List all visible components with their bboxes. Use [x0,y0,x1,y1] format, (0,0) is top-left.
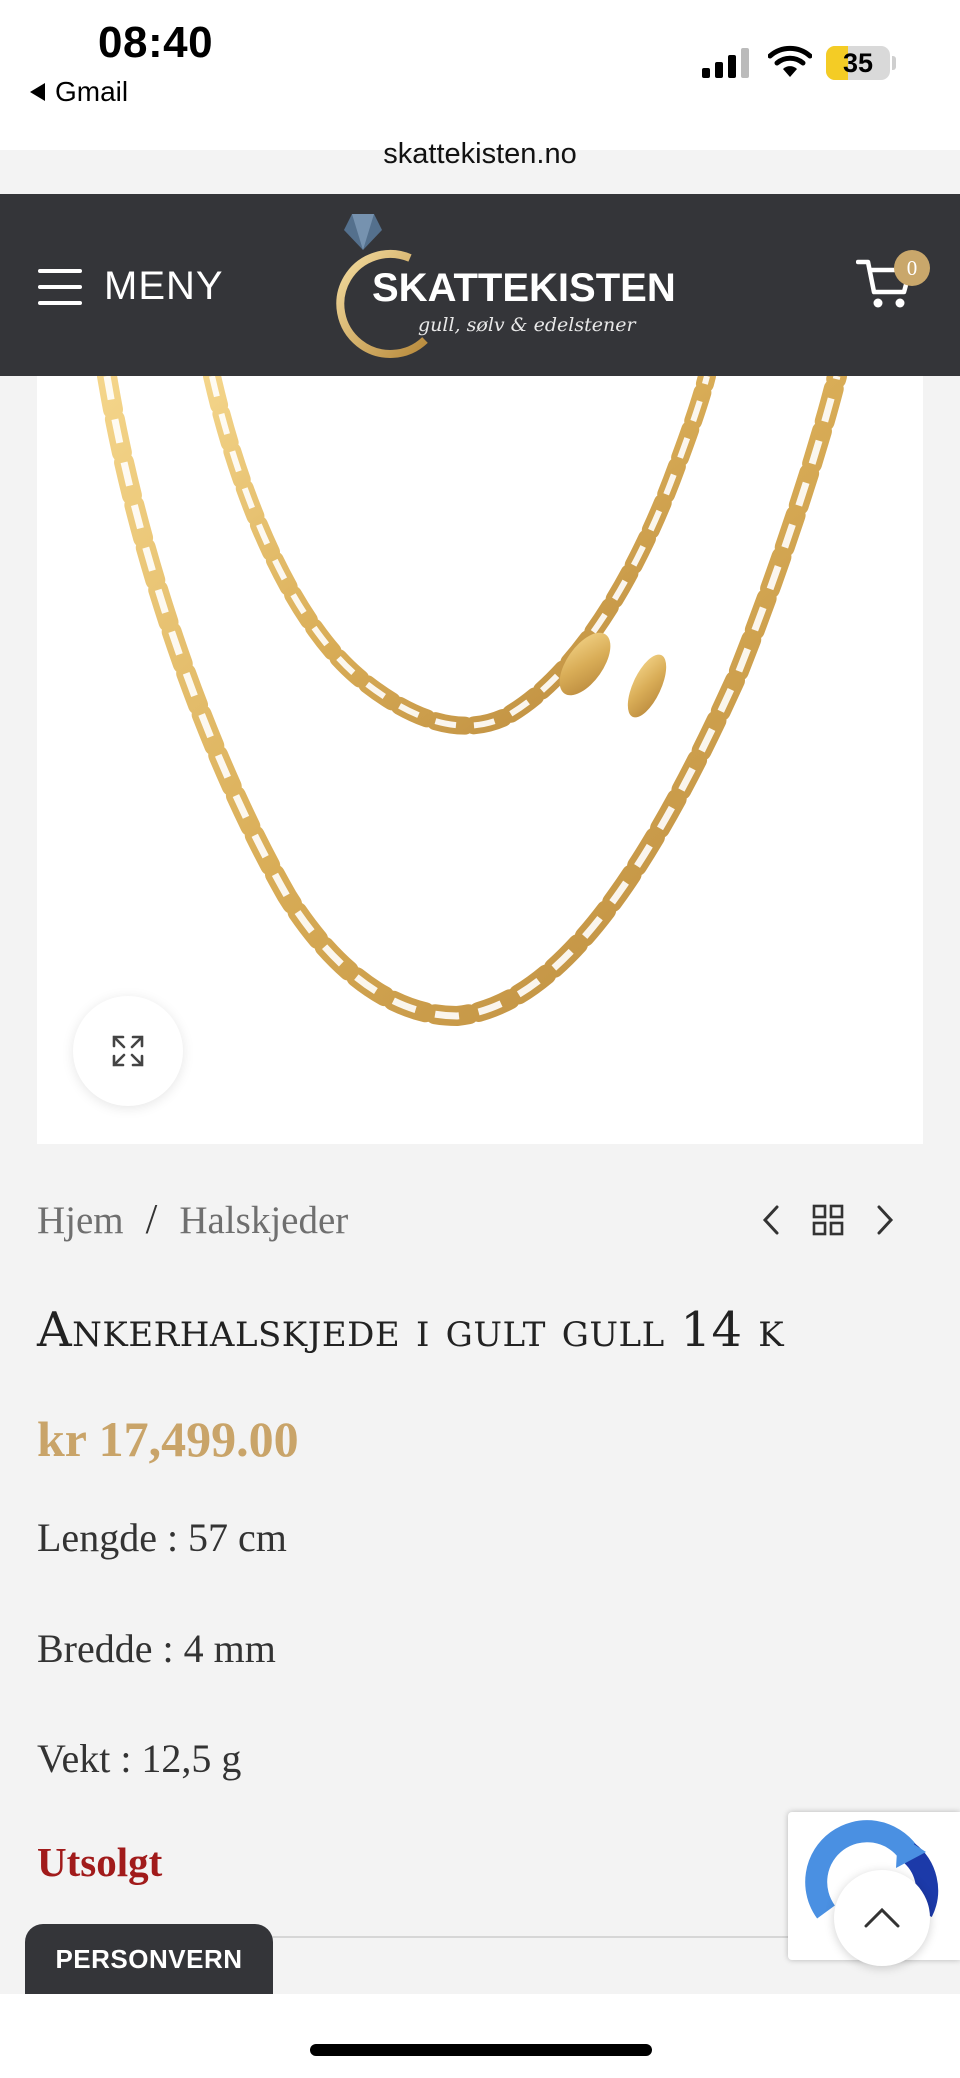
chevron-right-icon[interactable] [874,1204,896,1236]
clock: 08:40 [98,18,214,67]
spec-length: Lengde : 57 cm [37,1515,287,1560]
hamburger-icon [38,268,82,305]
status-bar: 08:40 Gmail 35 skattekisten.no [0,0,960,170]
wifi-icon [768,45,812,77]
product-nav [760,1204,896,1236]
menu-label: MENY [104,264,224,308]
breadcrumb: Hjem / Halskjeder [37,1196,348,1244]
battery-icon: 35 [826,46,890,80]
logo-subtitle: gull, sølv & edelstener [418,314,636,336]
url-bar[interactable]: skattekisten.no [0,138,960,171]
cart-count-badge: 0 [894,250,930,286]
battery-percent: 35 [842,48,874,78]
spec-width: Bredde : 4 mm [37,1626,276,1671]
scroll-to-top-button[interactable] [834,1870,930,1966]
back-to-app-link[interactable]: Gmail [30,76,128,108]
site-header: MENY SKATTEKISTEN gull, sølv & edelstene… [0,194,960,376]
stock-status: Utsolgt [37,1839,163,1885]
cellular-signal-icon [702,48,749,78]
home-indicator[interactable] [310,2044,652,2056]
menu-button[interactable]: MENY [38,264,224,309]
chevron-left-icon[interactable] [760,1204,782,1236]
breadcrumb-separator: / [145,1197,158,1243]
breadcrumb-home[interactable]: Hjem [37,1198,124,1243]
grid-icon[interactable] [812,1204,844,1236]
chevron-up-icon [864,1907,900,1928]
privacy-button[interactable]: PERSONVERN [25,1924,273,1994]
back-arrow-icon [30,83,45,101]
zoom-button[interactable] [73,996,183,1106]
spec-weight: Vekt : 12,5 g [37,1736,242,1781]
back-app-label: Gmail [55,76,129,107]
expand-icon [112,1035,144,1067]
product-price: kr 17,499.00 [37,1411,299,1467]
breadcrumb-category[interactable]: Halskjeder [179,1198,348,1243]
product-title: Ankerhalskjede i gult gull 14 k [37,1302,785,1358]
bottom-safe-area [0,1994,960,2078]
logo-title: SKATTEKISTEN [372,266,676,310]
